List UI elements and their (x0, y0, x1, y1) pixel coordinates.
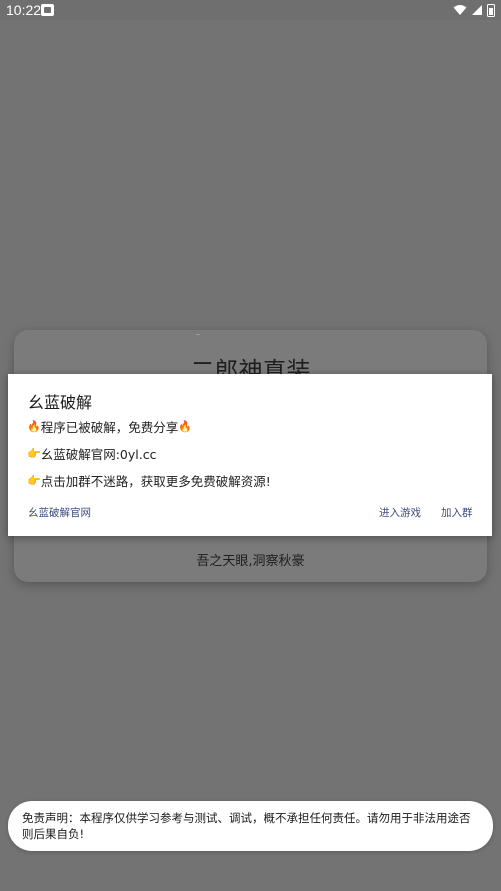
divider (196, 334, 200, 335)
dialog-message-line: 👉 幺蓝破解官网:0yl.cc (27, 444, 156, 463)
dialog-title: 幺蓝破解 (28, 393, 93, 412)
pointing-hand-icon: 👉 (27, 446, 41, 460)
dialog-message-text: 点击加群不迷路，获取更多免费破解资源! (40, 474, 271, 489)
join-group-button[interactable]: 加入群 (441, 505, 473, 520)
disclaimer-toast: 免责声明：本程序仅供学习参考与测试、调试，概不承担任何责任。请勿用于非法用途否则… (8, 801, 493, 851)
app-notification-icon (41, 4, 54, 16)
status-bar: 10:22 (0, 0, 501, 20)
dialog-message-text: 程序已被破解，免费分享 (40, 420, 179, 435)
dialog-message-text: 幺蓝破解官网:0yl.cc (40, 447, 157, 462)
pointing-hand-icon: 👉 (27, 473, 41, 487)
official-site-button[interactable]: 幺蓝破解官网 (28, 505, 91, 520)
game-subtitle: 吾之天眼,洞察秋豪 (196, 554, 305, 569)
enter-game-button[interactable]: 进入游戏 (379, 505, 421, 520)
status-time: 10:22 (6, 2, 42, 18)
fire-icon: 🔥 (178, 419, 192, 433)
wifi-icon (453, 5, 467, 15)
dialog-message-line: 🔥 程序已被破解，免费分享 🔥 (27, 417, 192, 436)
screen: 10:22 二郎神真装 吾之天眼,洞察秋豪 幺蓝破解 🔥 程序已被破解，免费分享… (0, 0, 501, 891)
battery-icon (487, 3, 495, 17)
status-icons (453, 3, 495, 17)
signal-icon (472, 5, 482, 15)
dialog-message-line: 👉 点击加群不迷路，获取更多免费破解资源! (27, 471, 271, 490)
crack-info-dialog: 幺蓝破解 🔥 程序已被破解，免费分享 🔥 👉 幺蓝破解官网:0yl.cc 👉 点… (8, 374, 492, 536)
fire-icon: 🔥 (27, 419, 41, 433)
